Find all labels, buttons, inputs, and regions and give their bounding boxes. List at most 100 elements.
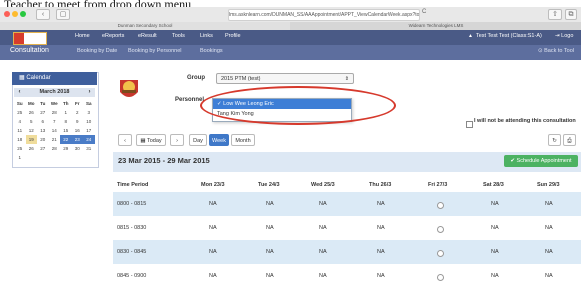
calendar-day[interactable]: 27	[37, 144, 49, 153]
calendar-day[interactable]: 27	[37, 108, 49, 117]
slot-cell: NA	[377, 273, 385, 279]
calendar-day	[83, 153, 95, 162]
calendar-day[interactable]: 7	[49, 117, 61, 126]
today-button[interactable]: ▦ Today	[136, 134, 166, 146]
calendar-day[interactable]: 24	[83, 135, 95, 144]
nav-home[interactable]: Home	[75, 33, 90, 39]
slot-cell: NA	[545, 201, 553, 207]
calendar-day[interactable]: 31	[83, 144, 95, 153]
group-select[interactable]: 2015 PTM (test) ⇕	[216, 73, 354, 84]
calendar-day[interactable]: 29	[60, 144, 72, 153]
nav-profile[interactable]: Profile	[225, 33, 241, 39]
slot-cell: NA	[209, 249, 217, 255]
calendar-icon: ▦	[140, 138, 147, 144]
calendar-day[interactable]: 21	[49, 135, 61, 144]
schedule-appointment-button[interactable]: ✔ Schedule Appointment	[504, 155, 578, 167]
prev-month-icon[interactable]: ‹	[15, 88, 24, 97]
nav-eresult[interactable]: eResult	[138, 33, 157, 39]
back-to-tool-link[interactable]: ⊙ Back to Tool	[538, 48, 574, 54]
calendar-day[interactable]: 4	[14, 117, 26, 126]
day-view-button[interactable]: Day	[189, 134, 207, 146]
calendar-day[interactable]: 2	[72, 108, 84, 117]
slot-radio[interactable]	[437, 250, 444, 257]
calendar-day	[72, 153, 84, 162]
calendar-day	[37, 153, 49, 162]
calendar-day[interactable]: 20	[37, 135, 49, 144]
calendar-day[interactable]: 28	[49, 108, 61, 117]
prev-week-button[interactable]: ‹	[118, 134, 132, 146]
calendar-day[interactable]: 1	[14, 153, 26, 162]
calendar-day[interactable]: 8	[60, 117, 72, 126]
column-header: Tue 24/3	[258, 182, 280, 188]
slot-cell: NA	[491, 201, 499, 207]
calendar-day[interactable]: 13	[37, 126, 49, 135]
calendar-day[interactable]: 25	[14, 108, 26, 117]
nav-ereports[interactable]: eReports	[102, 33, 124, 39]
calendar-day[interactable]: 3	[83, 108, 95, 117]
calendar-day[interactable]: 17	[83, 126, 95, 135]
user-name[interactable]: Test Test Test (Class:S1-A)	[476, 33, 542, 39]
minimize-window-icon[interactable]	[12, 11, 18, 17]
nav-links[interactable]: Links	[200, 33, 213, 39]
calendar-day[interactable]: 5	[26, 117, 38, 126]
slot-cell: NA	[377, 225, 385, 231]
calendar-day[interactable]: 9	[72, 117, 84, 126]
slot-radio[interactable]	[437, 226, 444, 233]
calendar-day[interactable]: 18	[14, 135, 26, 144]
calendar-day[interactable]: 22	[60, 135, 72, 144]
calendar-day[interactable]: 11	[14, 126, 26, 135]
weekday-label: We	[50, 101, 58, 106]
calendar-day[interactable]: 10	[83, 117, 95, 126]
group-label: Group	[187, 75, 205, 81]
sidebar-toggle-icon[interactable]: ▢	[56, 9, 70, 20]
share-icon[interactable]: ⇧	[548, 9, 562, 20]
weekday-label: Mo	[28, 101, 35, 106]
time-period-cell: 0815 - 0830	[117, 225, 147, 231]
extend-icon[interactable]: ⧉	[565, 9, 577, 20]
nav-tools[interactable]: Tools	[172, 33, 185, 39]
print-icon[interactable]: ⎙	[563, 134, 576, 146]
refresh-icon[interactable]: ↻	[548, 134, 561, 146]
calendar-grid: Su Mo Tu We Th Fr Sa 25 26 27 28 1 2 3 4 5 6 7 8 9 10…	[14, 99, 95, 162]
subnav-booking-by-personnel[interactable]: Booking by Personnel	[128, 48, 182, 54]
reload-icon[interactable]: C	[422, 9, 426, 15]
maximize-window-icon[interactable]	[20, 11, 26, 17]
slot-cell: NA	[545, 249, 553, 255]
month-view-button[interactable]: Month	[231, 134, 255, 146]
address-bar[interactable]: lms.asknlearn.com/DUNMAN_SS/AAAppointmen…	[228, 9, 420, 21]
weekday-label: Tu	[40, 101, 46, 106]
slot-radio[interactable]	[437, 274, 444, 281]
calendar-day[interactable]: 25	[14, 144, 26, 153]
calendar-day[interactable]: 26	[26, 108, 38, 117]
calendar-day[interactable]: 30	[72, 144, 84, 153]
tab-widearn[interactable]: Widearn Technologies LMS	[291, 22, 581, 30]
back-icon[interactable]: ‹	[36, 9, 50, 20]
subnav-booking-by-date[interactable]: Booking by Date	[77, 48, 117, 54]
calendar-day[interactable]: 19	[25, 135, 37, 144]
close-window-icon[interactable]	[4, 11, 10, 17]
logout-link[interactable]: ⇥ Logo	[555, 33, 573, 39]
calendar-day[interactable]: 28	[49, 144, 61, 153]
calendar-day[interactable]: 12	[26, 126, 38, 135]
time-period-cell: 0830 - 0845	[117, 249, 147, 255]
calendar-day[interactable]: 6	[37, 117, 49, 126]
slot-radio[interactable]	[437, 202, 444, 209]
slot-cell: NA	[377, 201, 385, 207]
slot-cell: NA	[319, 225, 327, 231]
next-month-icon[interactable]: ›	[85, 88, 94, 97]
calendar-day	[26, 153, 38, 162]
not-attending-checkbox[interactable]	[466, 121, 473, 128]
column-header: Sun 29/3	[537, 182, 560, 188]
calendar-day[interactable]: 1	[60, 108, 72, 117]
slot-cell: NA	[377, 249, 385, 255]
calendar-day[interactable]: 23	[71, 135, 83, 144]
personnel-label: Personnel	[175, 97, 205, 103]
calendar-day[interactable]: 16	[72, 126, 84, 135]
calendar-day[interactable]: 15	[60, 126, 72, 135]
week-view-button[interactable]: Week	[209, 134, 229, 146]
calendar-day[interactable]: 26	[26, 144, 38, 153]
next-week-button[interactable]: ›	[170, 134, 184, 146]
calendar-day[interactable]: 14	[49, 126, 61, 135]
subnav-bookings[interactable]: Bookings	[200, 48, 223, 54]
tab-dunman[interactable]: Dunman Secondary School	[0, 22, 290, 30]
